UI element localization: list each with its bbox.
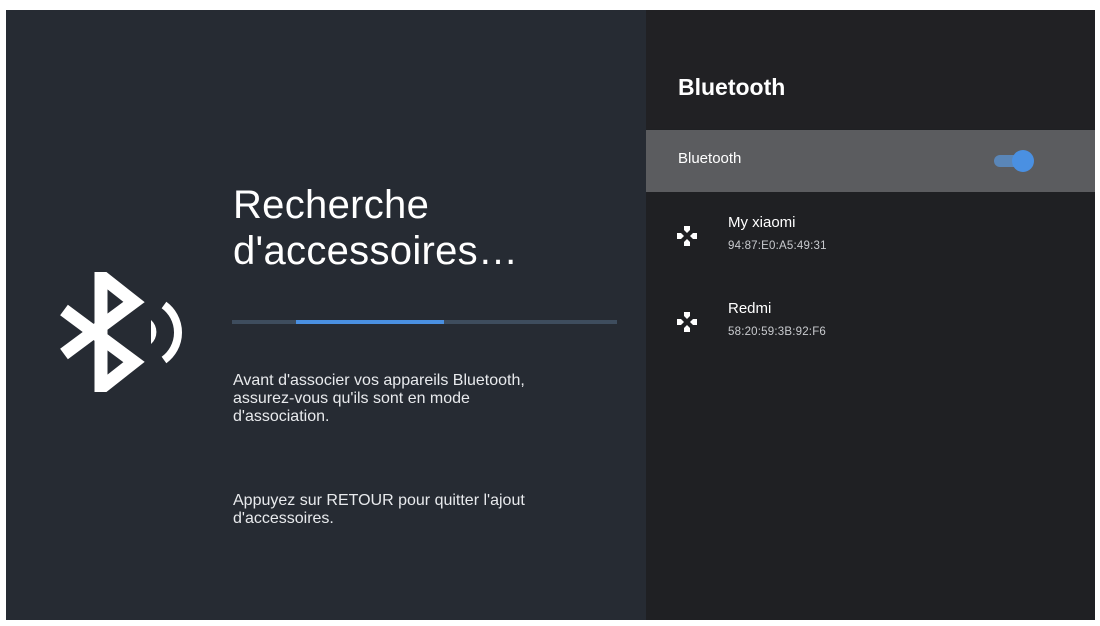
back-hint: Appuyez sur RETOUR pour quitter l'ajout … xyxy=(233,492,613,528)
title-line: Recherche xyxy=(233,183,430,227)
tv-screen: Recherche d'accessoires… Avant d'associe… xyxy=(6,10,1095,620)
hint-line: Appuyez sur RETOUR pour quitter l'ajout xyxy=(233,492,525,509)
instruction-line: d'association. xyxy=(233,408,330,425)
instruction-line: assurez-vous qu'ils sont en mode xyxy=(233,390,470,407)
device-name: My xiaomi xyxy=(728,214,796,231)
bluetooth-toggle-label: Bluetooth xyxy=(678,150,742,167)
device-address: 94:87:E0:A5:49:31 xyxy=(728,240,827,252)
bluetooth-switch[interactable] xyxy=(994,150,1034,172)
device-item-redmi[interactable]: Redmi 58:20:59:3B:92:F6 xyxy=(646,296,1095,356)
progress-indicator xyxy=(295,320,444,324)
panel-header xyxy=(646,10,1095,129)
search-progress-bar xyxy=(232,320,617,324)
pairing-instructions: Avant d'associer vos appareils Bluetooth… xyxy=(233,372,613,426)
bluetooth-searching-icon xyxy=(60,272,182,392)
search-panel: Recherche d'accessoires… Avant d'associe… xyxy=(6,10,646,620)
bluetooth-settings-panel: Bluetooth Bluetooth My xiaomi 94:87:E0:A… xyxy=(646,10,1095,620)
device-address: 58:20:59:3B:92:F6 xyxy=(728,326,827,338)
page-title: Recherche d'accessoires… xyxy=(233,182,623,274)
panel-title: Bluetooth xyxy=(678,74,786,100)
title-line: d'accessoires… xyxy=(233,229,519,273)
hint-line: d'accessoires. xyxy=(233,510,334,527)
bluetooth-toggle-row[interactable]: Bluetooth xyxy=(646,130,1095,192)
instruction-line: Avant d'associer vos appareils Bluetooth… xyxy=(233,372,525,389)
device-name: Redmi xyxy=(728,300,772,317)
gamepad-icon xyxy=(677,226,697,246)
gamepad-icon xyxy=(677,312,697,332)
switch-thumb xyxy=(1012,150,1034,172)
device-item-my-xiaomi[interactable]: My xiaomi 94:87:E0:A5:49:31 xyxy=(646,210,1095,270)
